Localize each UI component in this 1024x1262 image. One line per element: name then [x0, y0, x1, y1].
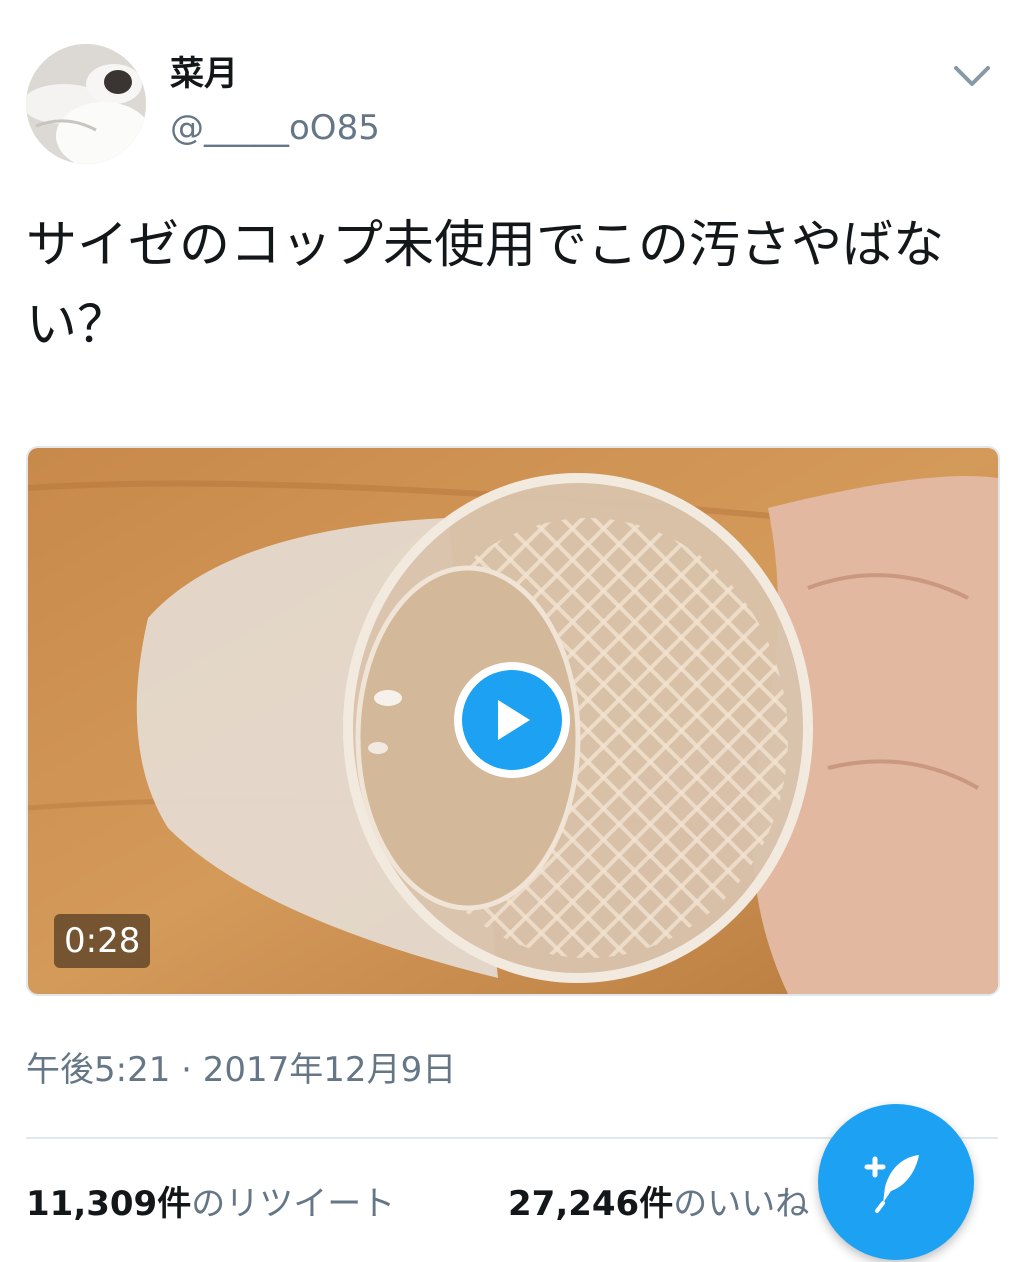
retweets-count: 11,309件 — [26, 1184, 192, 1224]
video-player[interactable]: 0:28 — [26, 446, 1000, 996]
user-names[interactable]: 菜月 @_____oO85 — [170, 52, 380, 150]
likes-label: のいいね — [673, 1184, 810, 1224]
likes-count: 27,246件 — [508, 1184, 674, 1224]
display-name[interactable]: 菜月 — [170, 52, 380, 96]
video-duration: 0:28 — [54, 914, 151, 968]
chevron-down-icon[interactable] — [950, 62, 994, 92]
screen-name[interactable]: @_____oO85 — [170, 106, 380, 150]
retweets-label: のリツイート — [191, 1184, 396, 1224]
tweet-header: 菜月 @_____oO85 — [26, 44, 998, 168]
play-icon — [462, 670, 562, 770]
avatar[interactable] — [26, 44, 146, 164]
compose-tweet-button[interactable] — [818, 1104, 974, 1260]
avatar-image — [26, 44, 146, 164]
tweet-timestamp: 午後5:21 · 2017年12月9日 — [26, 1050, 457, 1090]
likes-stat[interactable]: 27,246件のいいね — [508, 1176, 809, 1232]
tweet-detail: 菜月 @_____oO85 サイゼのコップ未使用でこの汚さやばない？ 0:28 … — [0, 0, 1024, 1262]
play-button[interactable] — [454, 662, 570, 778]
retweets-stat[interactable]: 11,309件のリツイート — [26, 1176, 395, 1232]
tweet-text: サイゼのコップ未使用でこの汚さやばない？ — [26, 216, 945, 355]
compose-tweet-icon — [864, 1155, 919, 1213]
